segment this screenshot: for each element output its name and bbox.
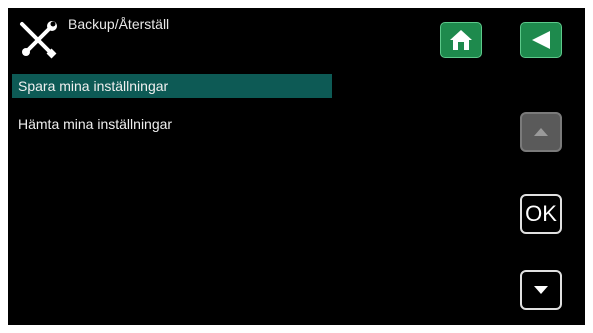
scroll-up-button[interactable] [520,112,562,152]
arrow-up-icon [534,128,548,136]
back-arrow-icon [532,31,550,49]
back-button[interactable] [520,22,562,58]
home-button[interactable] [440,22,482,58]
page-title: Backup/Återställ [68,16,170,32]
home-icon [450,30,472,50]
arrow-down-icon [534,286,548,294]
tools-icon [20,21,57,59]
ok-button[interactable]: OK [520,194,562,234]
scroll-down-button[interactable] [520,270,562,310]
menu-item-save-settings[interactable]: Spara mina inställningar [12,74,332,98]
menu-item-load-settings[interactable]: Hämta mina inställningar [12,112,332,136]
display-screen: Backup/Återställ Spara mina inställninga… [8,8,585,325]
